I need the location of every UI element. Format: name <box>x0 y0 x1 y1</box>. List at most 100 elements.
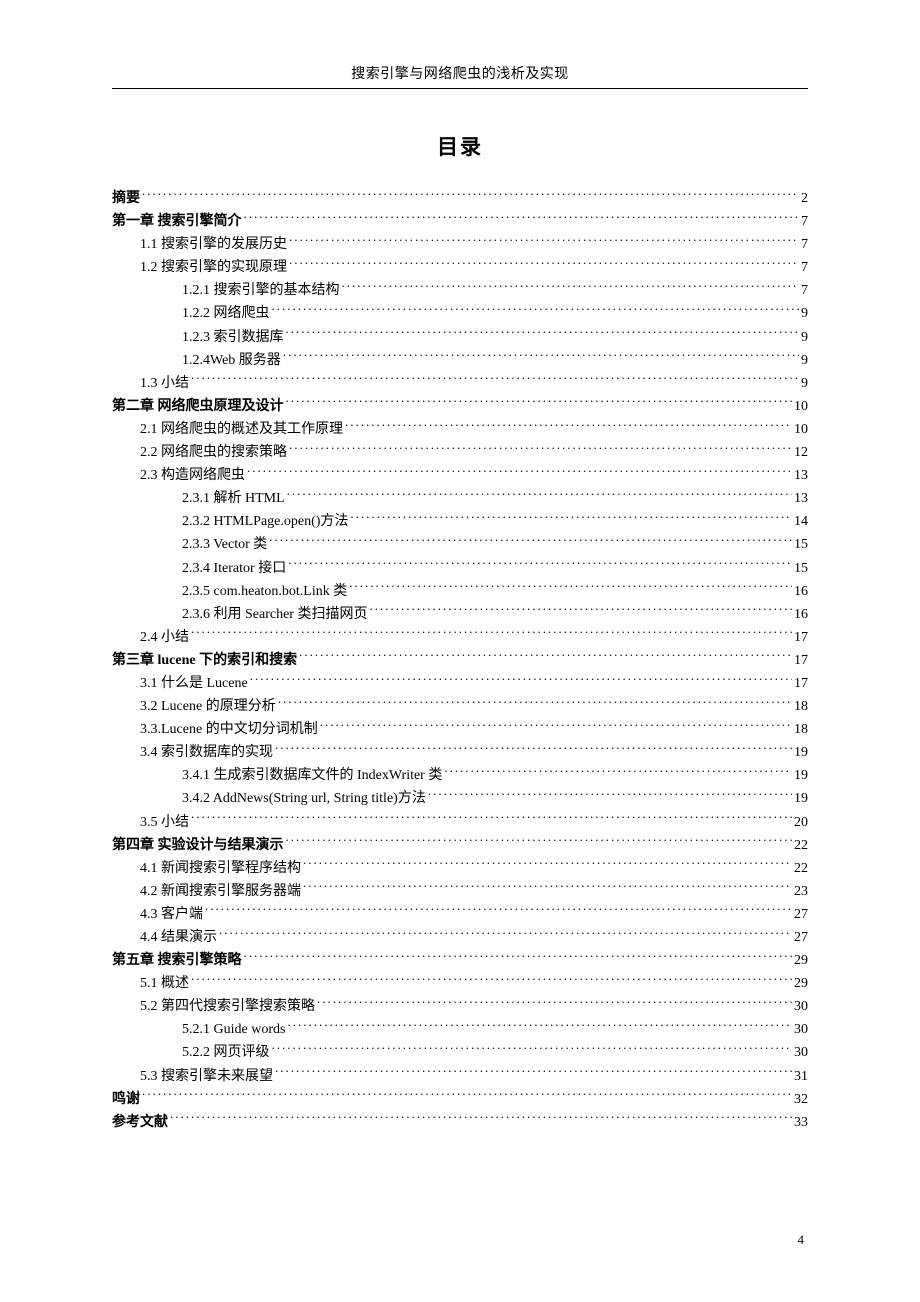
toc-entry: 第五章 搜索引擎策略 29 <box>112 949 808 972</box>
toc-entry-page: 17 <box>794 626 808 649</box>
toc-entry: 5.2.2 网页评级30 <box>112 1041 808 1064</box>
toc-entry-page: 13 <box>794 464 808 487</box>
toc-heading: 目录 <box>112 131 808 161</box>
toc-leader-dots <box>289 234 799 248</box>
toc-leader-dots <box>349 581 792 595</box>
toc-entry: 4.1 新闻搜索引擎程序结构22 <box>112 857 808 880</box>
toc-entry-page: 27 <box>794 903 808 926</box>
toc-entry-page: 27 <box>794 926 808 949</box>
toc-entry-label: 1.3 小结 <box>140 372 189 395</box>
toc-leader-dots <box>244 211 800 225</box>
toc-entry: 2.3.5 com.heaton.bot.Link 类 16 <box>112 580 808 603</box>
toc-entry: 2.2 网络爬虫的搜索策略12 <box>112 441 808 464</box>
toc-entry-label: 第一章 搜索引擎简介 <box>112 210 242 233</box>
toc-leader-dots <box>191 373 799 387</box>
toc-leader-dots <box>269 534 792 548</box>
toc-entry-page: 30 <box>794 995 808 1018</box>
toc-entry-label: 3.4 索引数据库的实现 <box>140 741 273 764</box>
toc-entry-label: 2.3.5 com.heaton.bot.Link 类 <box>182 580 347 603</box>
toc-entry-label: 3.5 小结 <box>140 811 189 834</box>
toc-entry-page: 14 <box>794 510 808 533</box>
toc-entry-page: 9 <box>801 372 808 395</box>
toc-entry-page: 17 <box>794 649 808 672</box>
toc-entry: 1.3 小结 9 <box>112 372 808 395</box>
toc-entry-label: 2.3.2 HTMLPage.open()方法 <box>182 510 348 533</box>
toc-entry-label: 摘要 <box>112 187 140 210</box>
toc-entry: 2.3.1 解析 HTML13 <box>112 487 808 510</box>
toc-entry-page: 12 <box>794 441 808 464</box>
toc-entry-label: 4.4 结果演示 <box>140 926 217 949</box>
toc-entry-label: 3.1 什么是 Lucene <box>140 672 248 695</box>
toc-entry-label: 1.2.1 搜索引擎的基本结构 <box>182 279 340 302</box>
toc-leader-dots <box>317 996 792 1010</box>
toc-entry: 2.3.4 Iterator 接口15 <box>112 557 808 580</box>
toc-leader-dots <box>275 742 792 756</box>
toc-leader-dots <box>287 1019 792 1033</box>
toc-leader-dots <box>320 719 792 733</box>
toc-entry-label: 5.3 搜索引擎未来展望 <box>140 1065 273 1088</box>
toc-entry-label: 第四章 实验设计与结果演示 <box>112 834 284 857</box>
page-number: 4 <box>798 1232 805 1248</box>
toc-leader-dots <box>283 350 799 364</box>
toc-entry-page: 29 <box>794 972 808 995</box>
toc-entry-page: 19 <box>794 764 808 787</box>
toc-entry: 参考文献 33 <box>112 1111 808 1134</box>
toc-leader-dots <box>342 280 800 294</box>
toc-leader-dots <box>350 511 792 525</box>
toc-leader-dots <box>250 673 792 687</box>
toc-entry-label: 1.2.2 网络爬虫 <box>182 302 270 325</box>
toc-leader-dots <box>272 1042 793 1056</box>
toc-entry-page: 22 <box>794 857 808 880</box>
toc-leader-dots <box>219 927 792 941</box>
toc-entry-page: 30 <box>794 1018 808 1041</box>
toc-entry-page: 33 <box>794 1111 808 1134</box>
toc-entry-page: 22 <box>794 834 808 857</box>
toc-entry: 3.2 Lucene 的原理分析18 <box>112 695 808 718</box>
toc-leader-dots <box>142 188 799 202</box>
toc-leader-dots <box>170 1112 792 1126</box>
toc-entry: 1.1 搜索引擎的发展历史7 <box>112 233 808 256</box>
running-header: 搜索引擎与网络爬虫的浅析及实现 <box>112 63 808 89</box>
toc-leader-dots <box>299 650 792 664</box>
toc-entry-page: 9 <box>801 326 808 349</box>
toc-entry-page: 29 <box>794 949 808 972</box>
toc-entry: 5.1 概述29 <box>112 972 808 995</box>
toc-entry-label: 2.1 网络爬虫的概述及其工作原理 <box>140 418 343 441</box>
toc-entry-page: 18 <box>794 718 808 741</box>
toc-entry-page: 23 <box>794 880 808 903</box>
toc-entry-label: 2.3.3 Vector 类 <box>182 533 267 556</box>
toc-entry-label: 第二章 网络爬虫原理及设计 <box>112 395 284 418</box>
toc-entry: 4.2 新闻搜索引擎服务器端23 <box>112 880 808 903</box>
toc-entry: 1.2 搜索引擎的实现原理7 <box>112 256 808 279</box>
toc-entry: 鸣谢32 <box>112 1088 808 1111</box>
toc-entry: 摘要2 <box>112 187 808 210</box>
toc-entry-page: 9 <box>801 349 808 372</box>
toc-entry: 第一章 搜索引擎简介7 <box>112 210 808 233</box>
toc-entry-label: 参考文献 <box>112 1111 168 1134</box>
toc-entry-page: 19 <box>794 741 808 764</box>
toc-entry-label: 5.2 第四代搜索引擎搜索策略 <box>140 995 315 1018</box>
toc-entry: 2.3.2 HTMLPage.open()方法 14 <box>112 510 808 533</box>
toc-leader-dots <box>247 465 792 479</box>
toc-entry-page: 15 <box>794 533 808 556</box>
toc-entry-page: 10 <box>794 418 808 441</box>
toc-entry-label: 3.4.2 AddNews(String url, String title)方… <box>182 787 426 810</box>
toc-entry: 1.2.1 搜索引擎的基本结构7 <box>112 279 808 302</box>
toc-entry-label: 第五章 搜索引擎策略 <box>112 949 242 972</box>
toc-entry: 2.4 小结17 <box>112 626 808 649</box>
toc-entry-label: 1.2 搜索引擎的实现原理 <box>140 256 287 279</box>
toc-entry: 2.3 构造网络爬虫13 <box>112 464 808 487</box>
toc-entry: 4.3 客户端27 <box>112 903 808 926</box>
toc-leader-dots <box>191 973 792 987</box>
toc-entry-page: 16 <box>794 603 808 626</box>
toc-leader-dots <box>205 904 792 918</box>
toc-entry-label: 1.2.3 索引数据库 <box>182 326 284 349</box>
toc-entry-page: 16 <box>794 580 808 603</box>
toc-entry-page: 30 <box>794 1041 808 1064</box>
toc-entry-label: 1.1 搜索引擎的发展历史 <box>140 233 287 256</box>
toc-entry: 3.4 索引数据库的实现 19 <box>112 741 808 764</box>
toc-entry-page: 17 <box>794 672 808 695</box>
toc-leader-dots <box>286 396 793 410</box>
toc-leader-dots <box>369 604 792 618</box>
toc-leader-dots <box>272 303 800 317</box>
